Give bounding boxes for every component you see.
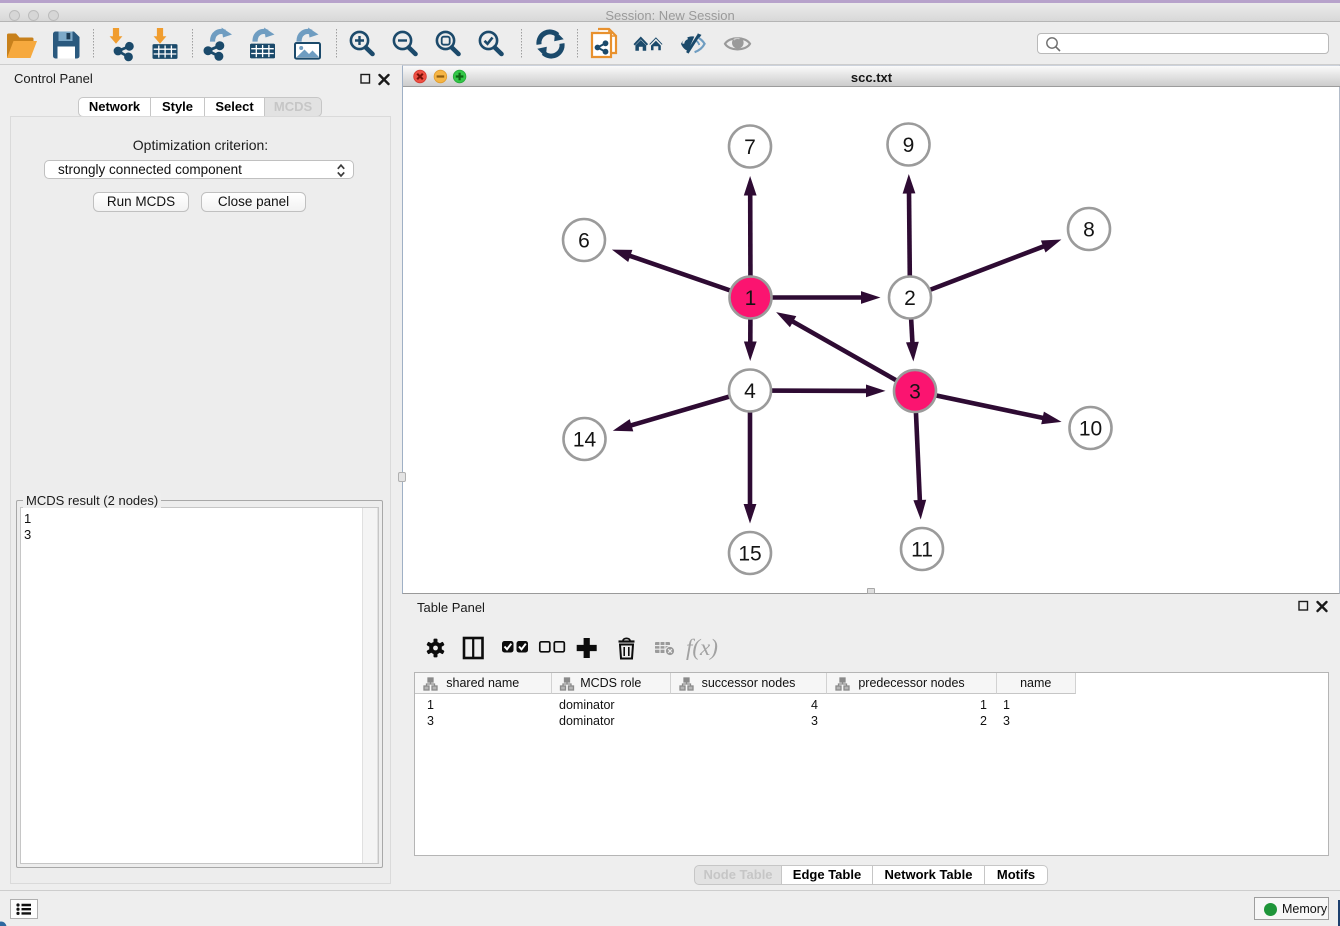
svg-text:1: 1 [745,287,757,310]
svg-text:6: 6 [578,230,590,253]
svg-text:15: 15 [738,543,761,566]
svg-text:7: 7 [744,136,756,159]
svg-text:3: 3 [909,381,921,404]
svg-text:14: 14 [573,429,597,452]
svg-text:2: 2 [904,287,916,310]
svg-text:9: 9 [903,134,915,157]
svg-text:4: 4 [744,380,756,403]
svg-text:8: 8 [1083,219,1095,242]
svg-text:f(x): f(x) [686,635,718,660]
svg-text:11: 11 [911,539,933,562]
svg-text:10: 10 [1079,418,1102,441]
